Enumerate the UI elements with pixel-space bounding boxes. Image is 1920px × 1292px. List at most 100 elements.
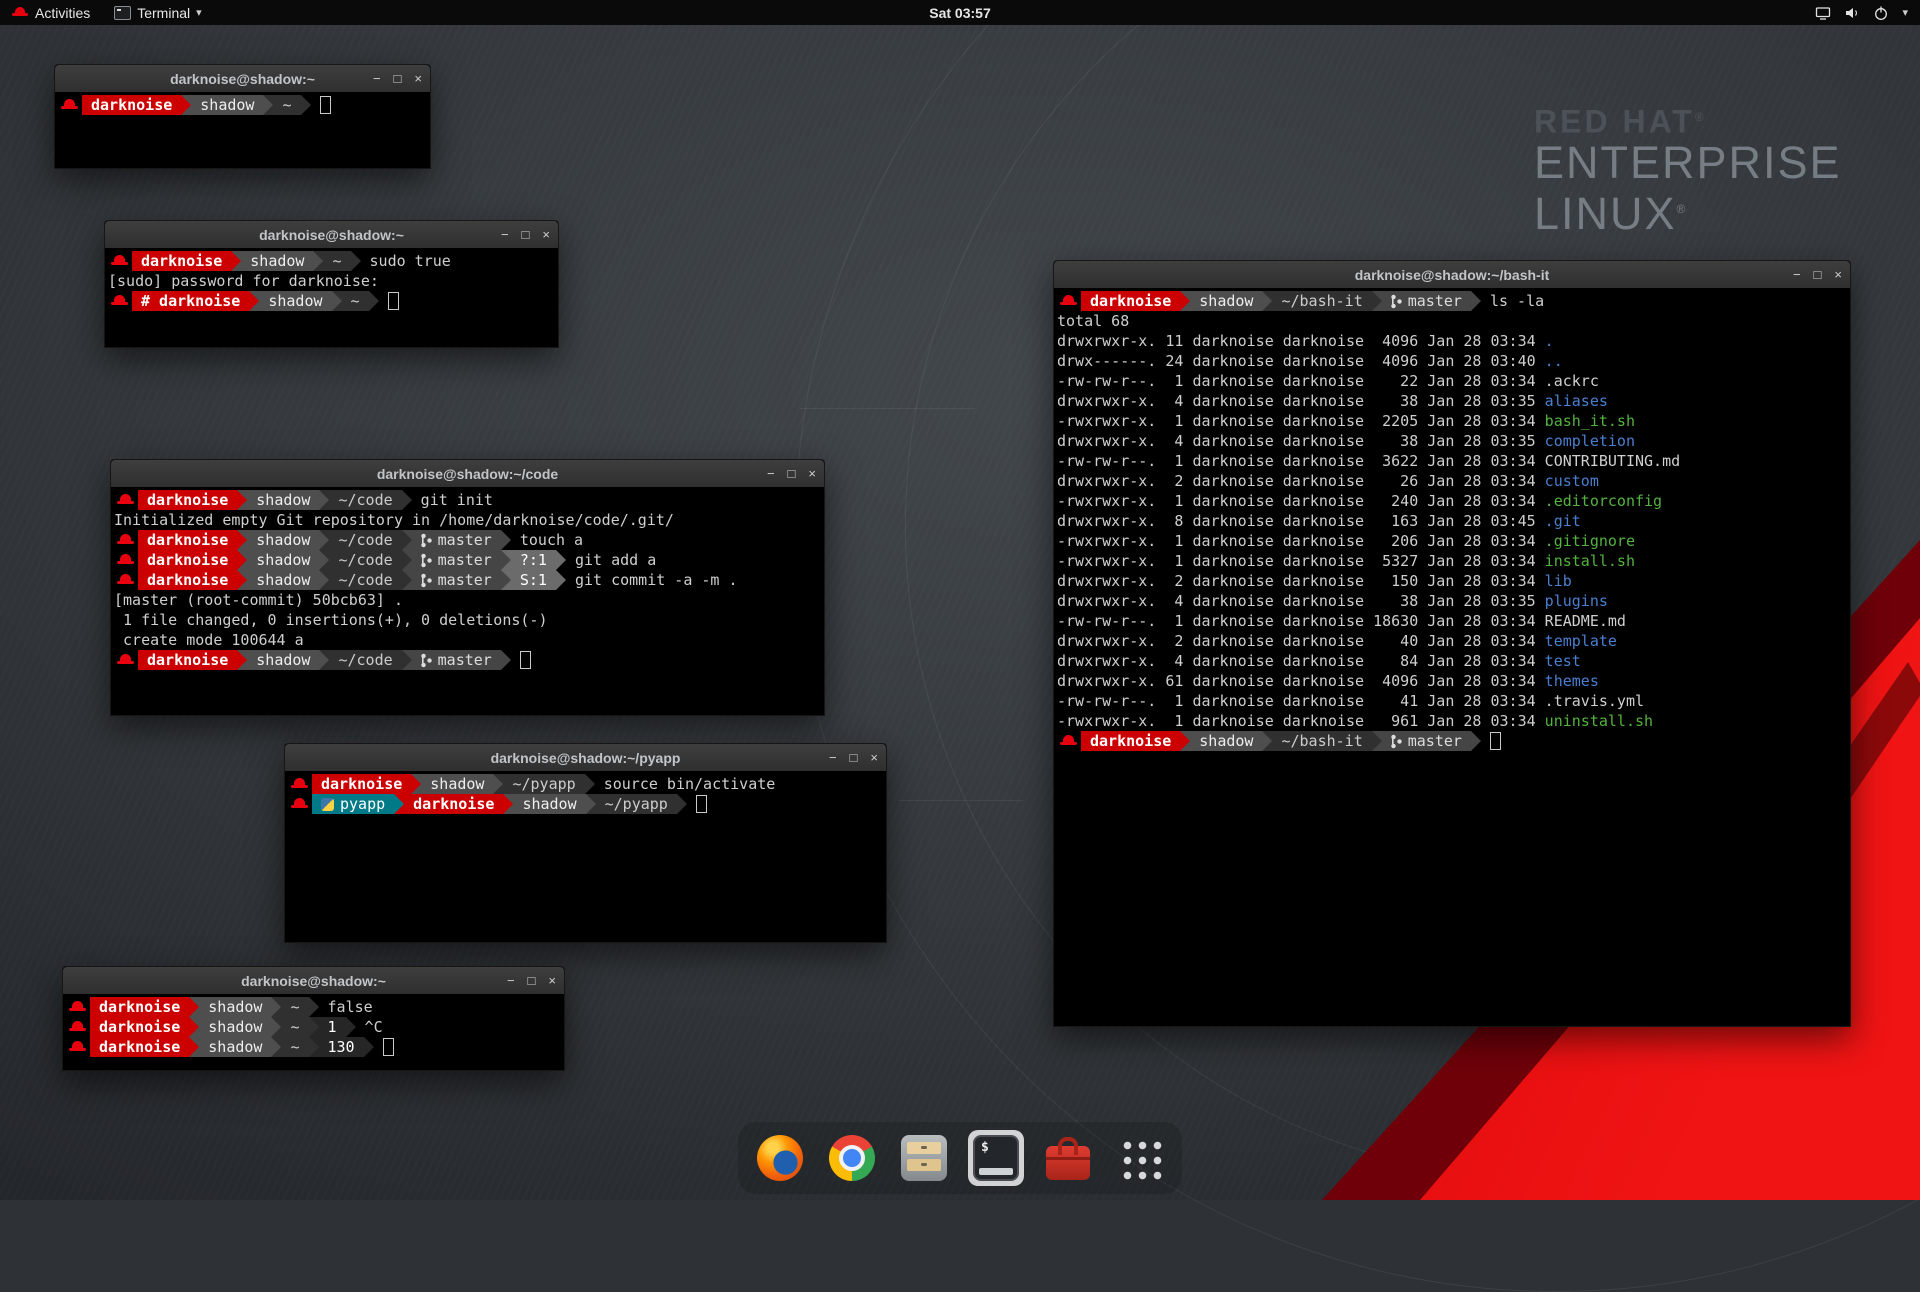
terminal-text: drwxrwxr-x. 4 darknoise darknoise 38 Jan… xyxy=(1057,391,1545,411)
terminal-line: -rwxrwxr-x. 1 darknoise darknoise 206 Ja… xyxy=(1057,531,1850,551)
prompt-segment: darknoise xyxy=(1081,291,1180,311)
maximize-button[interactable]: □ xyxy=(394,72,402,85)
dock-item-toolbox[interactable] xyxy=(1040,1130,1096,1186)
minimize-button[interactable]: − xyxy=(373,72,381,85)
powerline-arrow xyxy=(313,251,323,271)
terminal-content[interactable]: darknoiseshadow~/code git initInitialize… xyxy=(111,487,824,715)
redhat-prompt-icon xyxy=(68,1039,87,1055)
prompt-segment: ~ xyxy=(281,1017,308,1037)
window-titlebar[interactable]: darknoise@shadow:~ − □ × xyxy=(55,65,430,93)
powerline-arrow xyxy=(501,550,511,570)
dock-item-chrome[interactable] xyxy=(824,1130,880,1186)
git-branch-icon xyxy=(421,573,432,588)
terminal-text: drwxrwxr-x. 8 darknoise darknoise 163 Ja… xyxy=(1057,511,1545,531)
terminal-text: lib xyxy=(1545,571,1572,591)
dock-item-terminal[interactable] xyxy=(968,1130,1024,1186)
powerline-arrow xyxy=(394,794,404,814)
terminal-content[interactable]: darknoiseshadow~/pyapp source bin/activa… xyxy=(285,771,886,942)
prompt-segment: 130 xyxy=(319,1037,364,1057)
powerline-arrow xyxy=(309,1017,319,1037)
terminal-line: total 68 xyxy=(1057,311,1850,331)
powerline-arrow xyxy=(556,550,566,570)
branding-linux: LINUX® xyxy=(1534,186,1842,237)
prompt-segment: S:1 xyxy=(511,570,556,590)
close-button[interactable]: × xyxy=(870,751,878,764)
redhat-prompt-icon xyxy=(68,1019,87,1035)
chevron-down-icon[interactable]: ▾ xyxy=(1902,6,1908,19)
prompt-segment: darknoise xyxy=(90,1037,189,1057)
app-menu-terminal[interactable]: Terminal ▾ xyxy=(102,0,213,25)
terminal-line: [sudo] password for darknoise: xyxy=(108,271,558,291)
terminal-text: drwx------. 24 darknoise darknoise 4096 … xyxy=(1057,351,1545,371)
powerline-arrow xyxy=(271,1017,281,1037)
prompt-segment: darknoise xyxy=(1081,731,1180,751)
terminal-window: darknoise@shadow:~ − □ × darknoiseshadow… xyxy=(104,220,559,348)
terminal-content[interactable]: darknoiseshadow~ falsedarknoiseshadow~1 … xyxy=(63,994,564,1070)
powerline-arrow xyxy=(189,1037,199,1057)
powerline-arrow xyxy=(369,291,379,311)
powerline-arrow xyxy=(237,490,247,510)
powerline-arrow xyxy=(319,650,329,670)
terminal-text: install.sh xyxy=(1545,551,1635,571)
terminal-line: drwxrwxr-x. 2 darknoise darknoise 40 Jan… xyxy=(1057,631,1850,651)
terminal-line: drwxrwxr-x. 61 darknoise darknoise 4096 … xyxy=(1057,671,1850,691)
terminal-text: ls -la xyxy=(1481,291,1544,311)
volume-icon[interactable] xyxy=(1844,5,1860,21)
window-titlebar[interactable]: darknoise@shadow:~/pyapp − □ × xyxy=(285,744,886,772)
clock[interactable]: Sat 03:57 xyxy=(929,5,990,21)
prompt-segment: ~/code xyxy=(329,550,401,570)
maximize-button[interactable]: □ xyxy=(850,751,858,764)
maximize-button[interactable]: □ xyxy=(788,467,796,480)
activities-button[interactable]: Activities xyxy=(0,0,102,25)
maximize-button[interactable]: □ xyxy=(522,228,530,241)
terminal-text: .travis.yml xyxy=(1545,691,1644,711)
powerline-arrow xyxy=(585,774,595,794)
wallpaper-line xyxy=(898,800,1023,801)
window-titlebar[interactable]: darknoise@shadow:~ − □ × xyxy=(105,221,558,249)
close-button[interactable]: × xyxy=(808,467,816,480)
window-titlebar[interactable]: darknoise@shadow:~/bash-it − □ × xyxy=(1054,261,1850,289)
powerline-arrow xyxy=(319,570,329,590)
prompt-segment: master xyxy=(412,650,501,670)
redhat-prompt-icon xyxy=(290,796,309,812)
minimize-button[interactable]: − xyxy=(507,974,515,987)
minimize-button[interactable]: − xyxy=(829,751,837,764)
terminal-text: plugins xyxy=(1545,591,1608,611)
window-titlebar[interactable]: darknoise@shadow:~/code − □ × xyxy=(111,460,824,488)
terminal-line: darknoiseshadow~/bash-itmaster ls -la xyxy=(1057,291,1850,311)
close-button[interactable]: × xyxy=(548,974,556,987)
prompt-segment: ?:1 xyxy=(511,550,556,570)
powerline-arrow xyxy=(493,774,503,794)
power-icon[interactable] xyxy=(1873,5,1889,21)
redhat-prompt-icon xyxy=(60,97,79,113)
dock-item-firefox[interactable] xyxy=(752,1130,808,1186)
prompt-segment: darknoise xyxy=(90,997,189,1017)
maximize-button[interactable]: □ xyxy=(528,974,536,987)
terminal-content[interactable]: darknoiseshadow~ xyxy=(55,92,430,168)
minimize-button[interactable]: − xyxy=(1793,268,1801,281)
prompt-segment: shadow xyxy=(199,1037,271,1057)
prompt-segment: shadow xyxy=(1190,731,1262,751)
window-titlebar[interactable]: darknoise@shadow:~ − □ × xyxy=(63,967,564,995)
prompt-segment: darknoise xyxy=(404,794,503,814)
terminal-content[interactable]: darknoiseshadow~ sudo true[sudo] passwor… xyxy=(105,248,558,347)
dock-item-files[interactable] xyxy=(896,1130,952,1186)
terminal-content[interactable]: darknoiseshadow~/bash-itmaster ls -latot… xyxy=(1054,288,1850,1026)
app-menu-label: Terminal xyxy=(137,5,190,21)
dock-item-app-grid[interactable] xyxy=(1112,1130,1168,1186)
prompt-segment: shadow xyxy=(199,1017,271,1037)
maximize-button[interactable]: □ xyxy=(1814,268,1822,281)
close-button[interactable]: × xyxy=(414,72,422,85)
close-button[interactable]: × xyxy=(1834,268,1842,281)
powerline-arrow xyxy=(271,997,281,1017)
minimize-button[interactable]: − xyxy=(767,467,775,480)
prompt-segment: shadow xyxy=(247,650,319,670)
minimize-button[interactable]: − xyxy=(501,228,509,241)
terminal-text: false xyxy=(319,997,373,1017)
terminal-line: drwxrwxr-x. 8 darknoise darknoise 163 Ja… xyxy=(1057,511,1850,531)
terminal-line: drwxrwxr-x. 2 darknoise darknoise 26 Jan… xyxy=(1057,471,1850,491)
close-button[interactable]: × xyxy=(542,228,550,241)
screen-icon[interactable] xyxy=(1815,5,1831,21)
window-title: darknoise@shadow:~/code xyxy=(377,466,558,482)
terminal-line: darknoiseshadow~/code git init xyxy=(114,490,824,510)
